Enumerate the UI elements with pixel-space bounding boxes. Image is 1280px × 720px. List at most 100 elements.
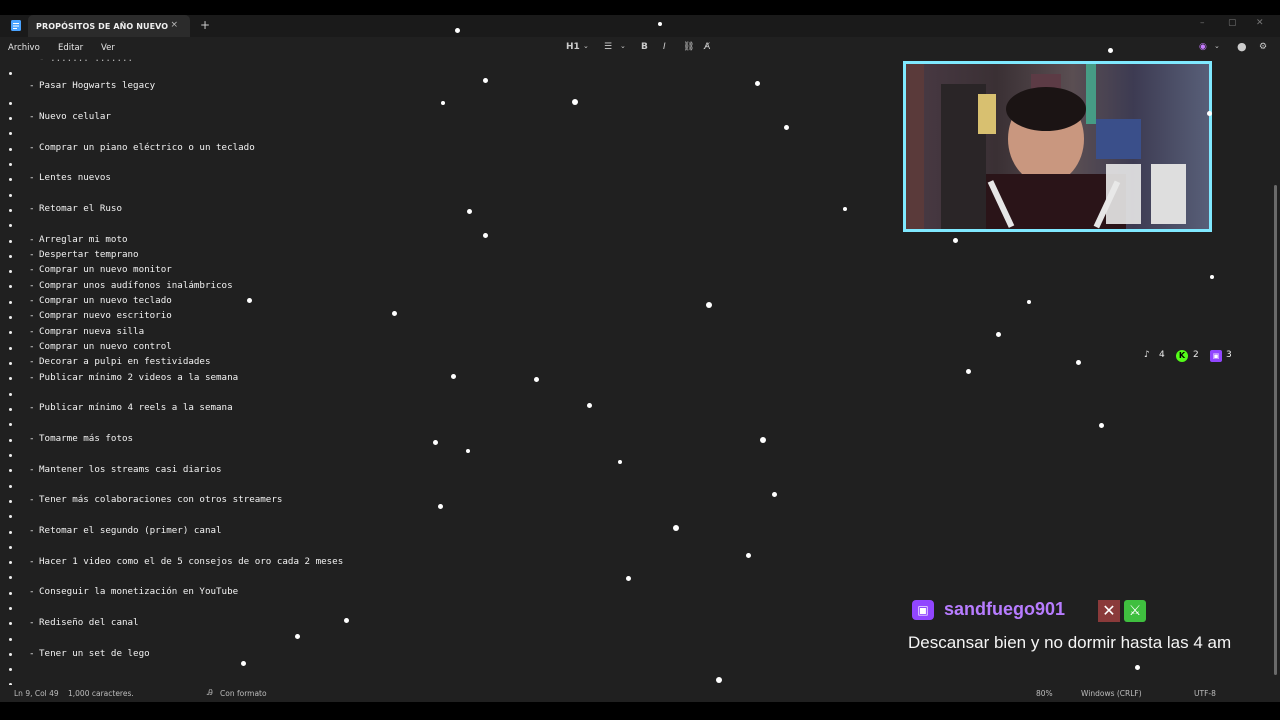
bottom-bar-black bbox=[0, 702, 1280, 720]
bullet-marker bbox=[9, 423, 12, 426]
list-item: Despertar temprano bbox=[39, 249, 139, 260]
chat-username: sandfuego901 bbox=[944, 599, 1066, 619]
zoom-level[interactable]: 80% bbox=[1036, 689, 1053, 698]
list-item: Comprar unos audífonos inalámbricos bbox=[39, 280, 233, 291]
bullet-marker bbox=[9, 439, 12, 442]
bold-button[interactable]: B bbox=[641, 42, 648, 52]
bullet-marker bbox=[9, 72, 12, 75]
snowflake bbox=[1207, 111, 1212, 116]
bullet-marker bbox=[9, 362, 12, 365]
list-item: Comprar nueva silla bbox=[39, 326, 145, 337]
snowflake bbox=[1108, 48, 1113, 53]
list-item: Pasar Hogwarts legacy bbox=[39, 80, 156, 91]
tiktok-icon: ♪ bbox=[1144, 350, 1150, 360]
copilot-icon[interactable]: ◉ bbox=[1199, 42, 1207, 52]
new-tab-icon[interactable]: + bbox=[200, 18, 210, 32]
tab-title: PROPÓSITOS DE AÑO NUEVO bbox=[36, 21, 169, 31]
bullet-marker bbox=[9, 285, 12, 288]
twitch-icon: ▣ bbox=[1210, 350, 1222, 362]
close-tab-icon[interactable]: × bbox=[170, 20, 178, 30]
snowflake bbox=[760, 437, 766, 443]
bullet-marker bbox=[9, 500, 12, 503]
list-item: Conseguir la monetización en YouTube bbox=[39, 586, 239, 597]
dash-marker: - bbox=[29, 326, 35, 337]
bullet-marker bbox=[9, 209, 12, 212]
dash-marker: - bbox=[29, 295, 35, 306]
heading-chevron-down-icon[interactable]: ⌄ bbox=[583, 42, 589, 50]
bullet-marker bbox=[9, 622, 12, 625]
snowflake bbox=[587, 403, 592, 408]
bullet-marker bbox=[9, 592, 12, 595]
snowflake bbox=[784, 125, 789, 130]
dash-marker: - bbox=[29, 433, 35, 444]
bullet-marker bbox=[9, 178, 12, 181]
twitch-badge-icon: ▣ bbox=[912, 600, 934, 620]
dash-marker: - bbox=[29, 341, 35, 352]
bullet-marker bbox=[9, 377, 12, 380]
snowflake bbox=[344, 618, 349, 623]
list-item: Retomar el Ruso bbox=[39, 203, 122, 214]
document-tab[interactable]: PROPÓSITOS DE AÑO NUEVO × bbox=[28, 15, 190, 37]
character-count: 1,000 caracteres. bbox=[68, 689, 134, 698]
menu-editar[interactable]: Editar bbox=[58, 43, 83, 53]
snowflake bbox=[843, 207, 847, 211]
dash-marker: - bbox=[29, 586, 35, 597]
settings-gear-icon[interactable]: ⚙ bbox=[1259, 42, 1267, 52]
link-icon[interactable]: ⛓ bbox=[683, 42, 694, 52]
dash-marker: - bbox=[29, 648, 35, 659]
snowflake bbox=[572, 99, 578, 105]
snowflake bbox=[241, 661, 246, 666]
snowflake bbox=[455, 28, 460, 33]
bullet-marker bbox=[9, 531, 12, 534]
dash-marker: - bbox=[29, 280, 35, 291]
vertical-scrollbar[interactable] bbox=[1274, 185, 1277, 675]
snowflake bbox=[534, 377, 539, 382]
webcam-image bbox=[906, 64, 1186, 229]
bullet-marker bbox=[9, 163, 12, 166]
bullet-marker bbox=[9, 515, 12, 518]
snowflake bbox=[658, 22, 662, 26]
bullet-marker bbox=[9, 301, 12, 304]
list-button[interactable]: ☰ bbox=[604, 42, 612, 52]
dash-marker: - bbox=[29, 80, 35, 91]
minimize-icon[interactable]: – bbox=[1200, 18, 1205, 28]
title-bar: PROPÓSITOS DE AÑO NUEVO × + – ▢ ✕ bbox=[0, 15, 1280, 37]
maximize-icon[interactable]: ▢ bbox=[1228, 18, 1237, 28]
snowflake bbox=[438, 504, 443, 509]
sword-badge-icon: ⚔ bbox=[1124, 600, 1146, 622]
heading-button[interactable]: H1 bbox=[566, 42, 580, 52]
snowflake bbox=[433, 440, 438, 445]
menu-ver[interactable]: Ver bbox=[101, 43, 115, 53]
snowflake bbox=[746, 553, 751, 558]
snowflake bbox=[1099, 423, 1104, 428]
bullet-marker bbox=[9, 576, 12, 579]
dash-marker: - bbox=[29, 356, 35, 367]
bullet-marker bbox=[9, 638, 12, 641]
bullet-marker bbox=[9, 668, 12, 671]
bullet-marker bbox=[9, 347, 12, 350]
list-item: Comprar un nuevo teclado bbox=[39, 295, 172, 306]
snowflake bbox=[755, 81, 760, 86]
list-item: Arreglar mi moto bbox=[39, 234, 128, 245]
close-window-icon[interactable]: ✕ bbox=[1256, 18, 1264, 28]
dash-marker: - bbox=[29, 617, 35, 628]
dash-marker: - bbox=[29, 372, 35, 383]
snowflake bbox=[1135, 665, 1140, 670]
snowflake bbox=[953, 238, 958, 243]
snowflake bbox=[966, 369, 971, 374]
list-item: Rediseño del canal bbox=[39, 617, 139, 628]
list-chevron-down-icon[interactable]: ⌄ bbox=[620, 42, 626, 50]
bullet-marker bbox=[9, 194, 12, 197]
italic-button[interactable]: I bbox=[663, 42, 666, 52]
copilot-chevron-down-icon[interactable]: ⌄ bbox=[1214, 42, 1220, 50]
snowflake bbox=[247, 298, 252, 303]
menu-archivo[interactable]: Archivo bbox=[8, 43, 40, 53]
snowflake bbox=[483, 78, 488, 83]
line-endings: Windows (CRLF) bbox=[1081, 689, 1142, 698]
snowflake bbox=[673, 525, 679, 531]
format-mode[interactable]: Con formato bbox=[220, 689, 267, 698]
clear-formatting-icon[interactable]: A̸ bbox=[704, 42, 710, 52]
formatting-icon[interactable]: Ꭿ bbox=[207, 688, 213, 698]
account-icon[interactable]: ● bbox=[1237, 40, 1247, 53]
bullet-marker bbox=[9, 331, 12, 334]
